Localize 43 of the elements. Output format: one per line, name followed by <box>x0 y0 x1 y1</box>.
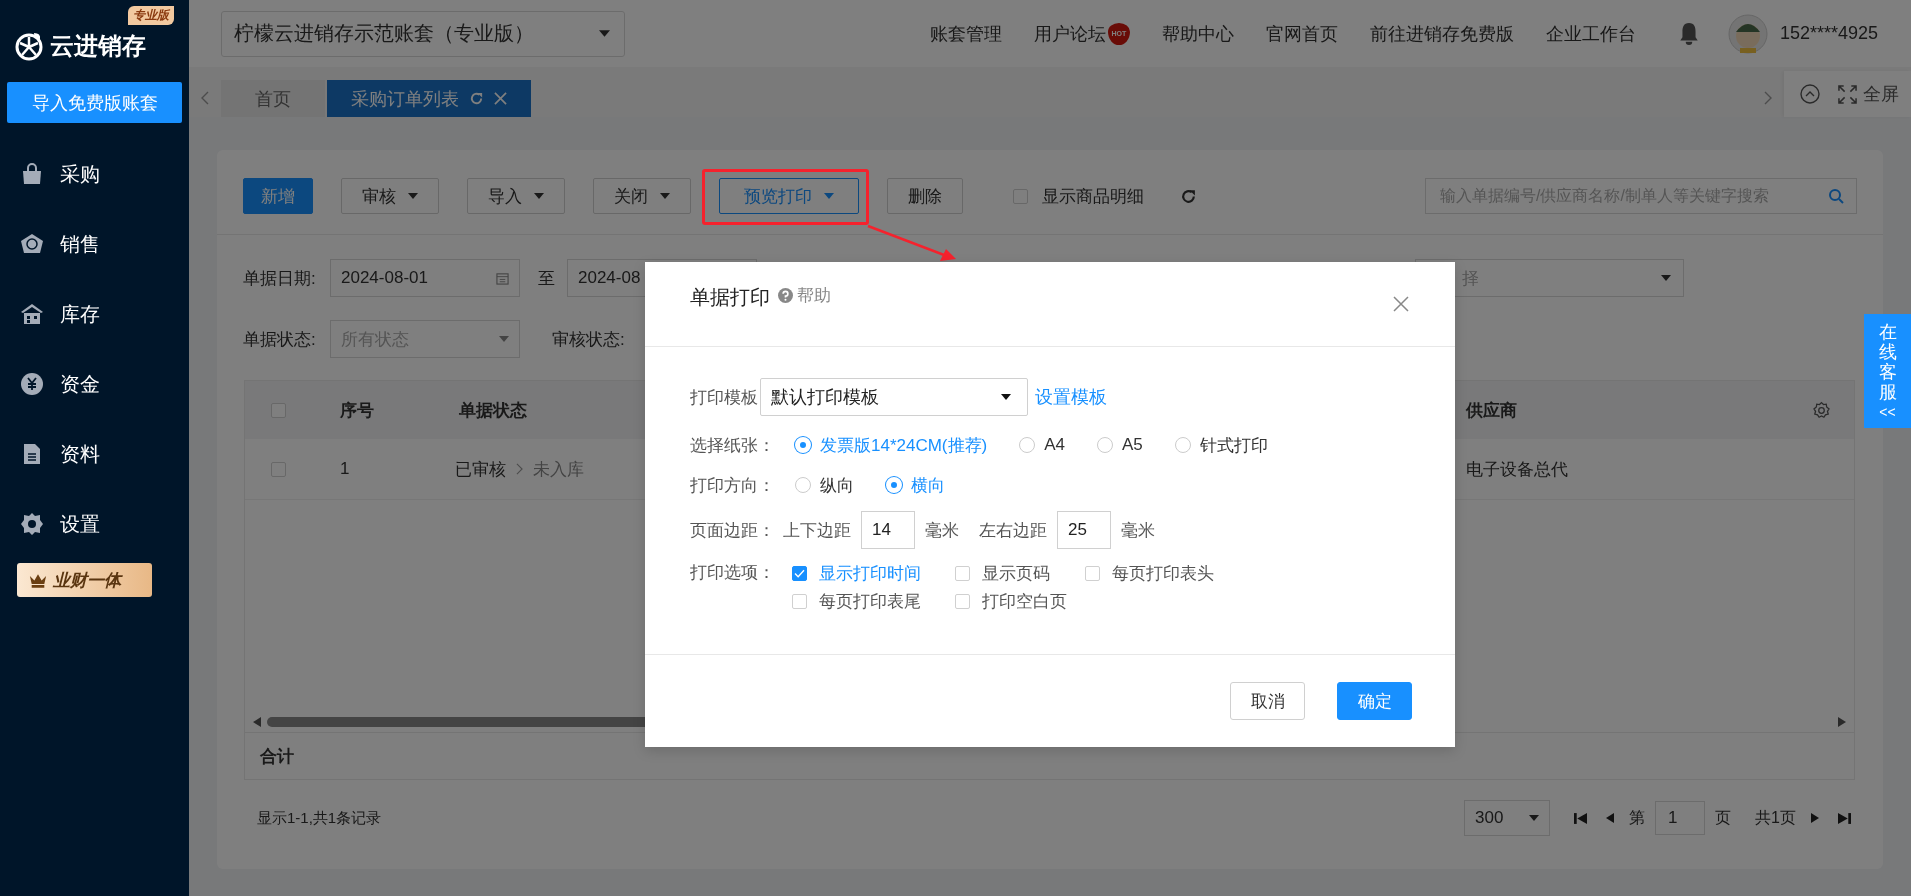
radio-label: A5 <box>1122 435 1143 455</box>
checkbox-label: 显示打印时间 <box>819 562 921 585</box>
field-label: 页面边距： <box>690 519 776 542</box>
checkbox-label: 显示商品明细 <box>1042 185 1144 208</box>
total-pages: 共1页 <box>1755 807 1796 828</box>
field-label: 打印模板 <box>690 386 758 409</box>
checkbox-label: 打印空白页 <box>982 590 1067 613</box>
record-summary: 显示1-1,共1条记录 <box>257 808 382 828</box>
total-label: 合计 <box>260 745 294 768</box>
edition-badge: 专业版 <box>128 6 174 25</box>
logo-text: 云进销存 <box>50 31 146 61</box>
service-label: 在线客服 <box>1878 323 1897 403</box>
range-separator: 至 <box>538 267 555 290</box>
table-cell: 1 <box>340 459 350 478</box>
radio-label: 横向 <box>911 474 945 497</box>
checkbox-label: 显示页码 <box>982 562 1050 585</box>
filter-label: 审核状态: <box>552 328 625 351</box>
column-header: 供应商 <box>1466 400 1517 420</box>
unit-label: 毫米 <box>925 519 959 542</box>
checkbox-label: 每页打印表头 <box>1112 562 1214 585</box>
radio-label: 纵向 <box>820 474 854 497</box>
page-prefix: 第 <box>1629 807 1646 828</box>
collapse-label: << <box>1879 404 1896 419</box>
table-cell: 电子设备总代 <box>1466 459 1568 479</box>
field-label: 左右边距 <box>979 519 1047 542</box>
dialog-title: 单据打印 <box>690 284 770 310</box>
field-label: 选择纸张： <box>690 434 776 457</box>
promo-text: 业财一体 <box>53 569 121 592</box>
column-header: 序号 <box>340 400 374 420</box>
unit-label: 毫米 <box>1121 519 1155 542</box>
field-label: 打印选项： <box>690 562 776 584</box>
field-label: 打印方向： <box>690 474 776 497</box>
filter-label: 单据日期: <box>243 267 317 290</box>
page-suffix: 页 <box>1715 807 1732 828</box>
filter-label: 单据状态: <box>243 328 317 351</box>
column-header: 单据状态 <box>459 399 527 422</box>
radio-label: 发票版14*24CM(推荐) <box>820 434 988 457</box>
checkbox-label: 每页打印表尾 <box>819 590 921 613</box>
radio-label: 针式打印 <box>1199 434 1268 457</box>
field-label: 上下边距 <box>783 519 851 542</box>
status-text: 已审核 <box>455 458 506 481</box>
stage-text: 未入库 <box>533 458 584 481</box>
radio-label: A4 <box>1044 435 1065 455</box>
